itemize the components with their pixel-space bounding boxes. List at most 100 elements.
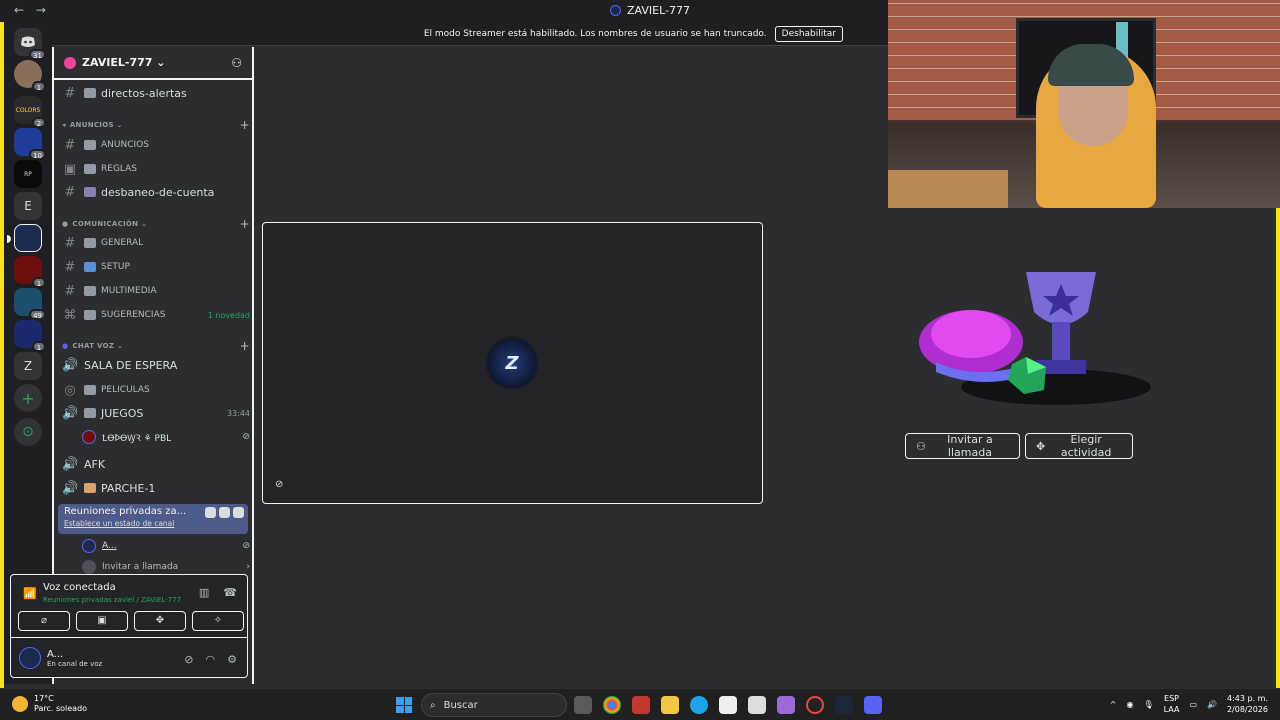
chrome-icon[interactable] — [603, 696, 621, 714]
app-icon[interactable] — [777, 696, 795, 714]
server-blue[interactable]: 10 — [14, 128, 46, 160]
invite-icon[interactable] — [219, 507, 230, 518]
participant-tile[interactable]: Z ⊘ — [262, 222, 763, 504]
task-view-icon[interactable] — [574, 696, 592, 714]
category-name: ANUNCIOS ⌄ — [69, 121, 123, 129]
add-channel-icon[interactable]: + — [240, 118, 250, 132]
dm-avatar[interactable]: 1 — [14, 60, 46, 92]
share-screen-button[interactable]: ▣ — [76, 611, 128, 631]
camera-off-button[interactable]: ⌀ — [18, 611, 70, 631]
search-icon: ⌕ — [430, 699, 436, 711]
voice-user-juegos[interactable]: ꝈꝊꝤꝊꝠꝚ ⚘ PBL ⊘ — [82, 428, 250, 446]
soundboard-button[interactable]: ✧ — [192, 611, 244, 631]
forward-icon[interactable]: → — [36, 3, 46, 17]
server-colores[interactable]: COLORS 2 — [14, 96, 46, 128]
server-zaviel[interactable] — [7, 224, 42, 252]
gear-icon[interactable]: ⚙ — [227, 653, 237, 666]
windows-taskbar: 17°C Parc. soleado ⌕ Buscar ^ ◉ 🎙 ESP LAA ▭… — [0, 688, 1280, 720]
server-w[interactable]: 1 — [14, 320, 46, 352]
channel-emoji-icon — [84, 483, 96, 493]
home-button[interactable]: 31 — [14, 28, 46, 60]
voice-channel-afk[interactable]: 🔊 AFK — [62, 454, 250, 474]
obs-icon[interactable] — [806, 696, 824, 714]
activity-label: Elegir actividad — [1060, 433, 1112, 459]
discord-taskbar-icon[interactable] — [864, 696, 882, 714]
server-teal[interactable]: 49 — [14, 288, 46, 320]
notification-badge: 49 — [29, 309, 46, 320]
category-chat-voz[interactable]: ● CHAT VOZ ⌄ + — [62, 338, 250, 354]
disconnect-icon[interactable]: ☎ — [223, 586, 237, 599]
gear-icon[interactable] — [233, 507, 244, 518]
voice-channel-reuniones[interactable]: Reuniones privadas za... Establece un es… — [58, 504, 248, 534]
server-red[interactable]: 1 — [14, 256, 46, 288]
choose-activity-button[interactable]: ✥ Elegir actividad — [1025, 433, 1133, 459]
megaphone-icon: ◂ — [62, 121, 66, 129]
store-icon[interactable] — [719, 696, 737, 714]
server-e[interactable]: E — [14, 192, 42, 220]
voice-channel-sala-espera[interactable]: 🔊 SALA DE ESPERA — [62, 355, 250, 375]
add-member-icon[interactable]: ⚇ — [231, 56, 242, 70]
display-icon[interactable]: ▭ — [1189, 700, 1197, 709]
channel-desbaneo[interactable]: # desbaneo-de-cuenta — [62, 182, 250, 202]
server-header[interactable]: ZAVIEL-777 ⌄ ⚇ — [54, 47, 252, 80]
headphones-icon[interactable]: ◠ — [206, 653, 216, 666]
category-anuncios[interactable]: ◂ ANUNCIOS ⌄ + — [62, 117, 250, 133]
disable-streamer-button[interactable]: Deshabilitar — [774, 25, 843, 42]
notification-badge: 10 — [29, 149, 46, 160]
server-z[interactable]: Z — [14, 352, 42, 380]
network-icon[interactable]: ◉ — [1126, 700, 1133, 709]
voice-channel-parche[interactable]: 🔊 PARCHE-1 — [62, 478, 250, 498]
start-button[interactable] — [396, 697, 412, 713]
steam-icon[interactable] — [835, 696, 853, 714]
user-panel[interactable]: A... En canal de voz — [19, 647, 102, 669]
vscode-icon[interactable] — [748, 696, 766, 714]
voice-user-reuniones[interactable]: A... ⊘ — [82, 537, 250, 555]
date: 2/08/2026 — [1226, 705, 1268, 714]
chevron-right-icon: › — [246, 562, 250, 572]
back-icon[interactable]: ← — [14, 3, 24, 17]
channel-general[interactable]: # GENERAL — [62, 233, 250, 253]
add-channel-icon[interactable]: + — [240, 217, 250, 231]
window-title: ZAVIEL-777 — [610, 4, 690, 17]
stage-channel-peliculas[interactable]: ◎ PELICULAS — [62, 380, 250, 400]
channel-name: PARCHE-1 — [101, 481, 156, 495]
channel-directos-alertas[interactable]: # directos-alertas — [62, 83, 250, 103]
server-initial: Z — [23, 359, 33, 373]
category-comunicacion[interactable]: ● COMUNICACIÓN ⌄ + — [62, 216, 250, 232]
channel-name: SALA DE ESPERA — [84, 358, 178, 372]
channel-name: GENERAL — [101, 238, 144, 248]
photoshop-icon[interactable] — [632, 696, 650, 714]
channel-setup[interactable]: # SETUP — [62, 257, 250, 277]
language-indicator[interactable]: ESP LAA — [1164, 693, 1180, 715]
microphone-icon[interactable]: 🎙 — [1143, 700, 1153, 709]
file-explorer-icon[interactable] — [661, 696, 679, 714]
channel-reglas[interactable]: ▣ REGLAS — [62, 159, 250, 179]
channel-anuncios[interactable]: # ANUNCIOS — [62, 135, 250, 155]
invite-to-call-button[interactable]: ⚇ Invitar a llamada — [905, 433, 1020, 459]
explore-icon[interactable]: ⊙ — [14, 418, 42, 446]
activities-button[interactable]: ✥ — [134, 611, 186, 631]
volume-icon[interactable]: 🔊 — [1207, 700, 1217, 709]
channel-name: JUEGOS — [101, 406, 144, 420]
add-server-icon[interactable]: + — [14, 384, 42, 412]
voice-channel-path[interactable]: Reuniones privadas zaviel / ZAVIEL-777 — [43, 596, 181, 604]
add-channel-icon[interactable]: + — [240, 339, 250, 353]
clock[interactable]: 4:43 p. m. 2/08/2026 — [1227, 693, 1268, 715]
server-roleplay[interactable]: RP — [14, 160, 42, 188]
weather-widget[interactable]: 17°C Parc. soleado — [12, 694, 87, 714]
signal-icon[interactable]: 📶 — [23, 587, 37, 600]
chat-icon[interactable] — [205, 507, 216, 518]
edge-icon[interactable] — [690, 696, 708, 714]
set-channel-status-link[interactable]: Establece un estado de canal — [64, 519, 242, 528]
chevron-up-icon[interactable]: ^ — [1110, 700, 1117, 709]
participant-avatar: Z — [485, 336, 539, 390]
banner-text: El modo Streamer está habilitado. Los no… — [423, 28, 767, 39]
channel-multimedia[interactable]: # MULTIMEDIA — [62, 281, 250, 301]
mic-off-icon[interactable]: ⊘ — [184, 653, 193, 666]
keyboard-layout: LAA — [1163, 705, 1180, 714]
channel-sugerencias[interactable]: ⌘ SUGERENCIAS 1 novedad — [62, 305, 251, 325]
channel-name: PELICULAS — [101, 385, 150, 395]
voice-channel-juegos[interactable]: 🔊 JUEGOS 33:44 — [62, 403, 250, 423]
noise-suppression-icon[interactable]: ▥ — [199, 586, 209, 599]
taskbar-search[interactable]: ⌕ Buscar — [421, 693, 567, 717]
